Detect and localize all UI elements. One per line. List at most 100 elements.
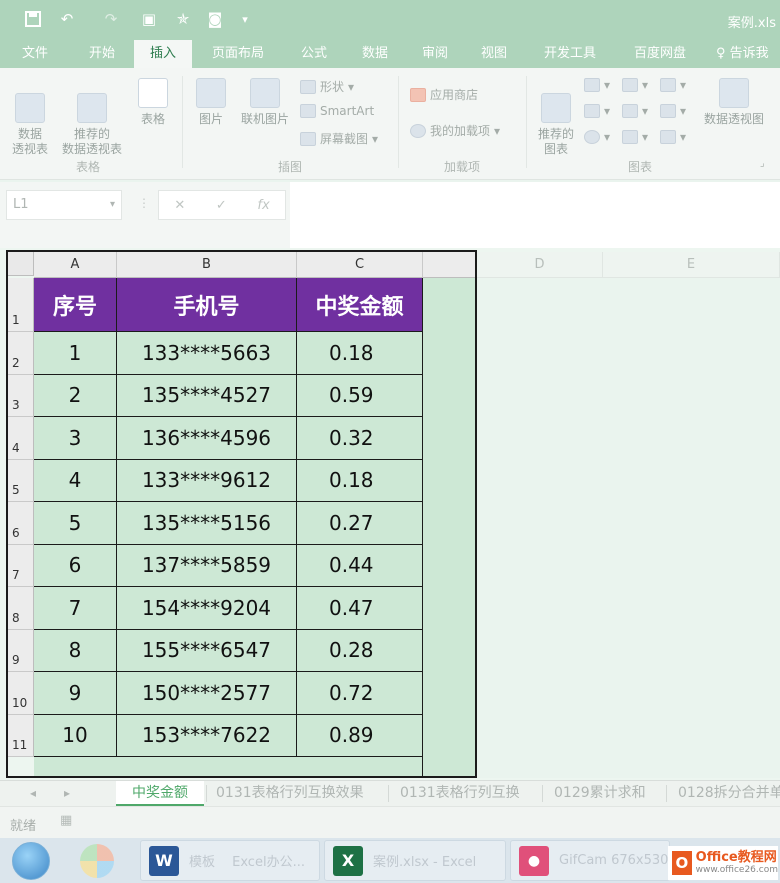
recommended-pivot-button[interactable]: 推荐的 数据透视表 <box>54 78 130 157</box>
table-cell[interactable]: 4 <box>34 459 117 502</box>
customize-quick-access-icon[interactable]: ▾ <box>236 8 254 30</box>
table-cell[interactable]: 10 <box>34 714 117 757</box>
column-chart-button[interactable]: ▾ <box>584 78 610 92</box>
save-icon[interactable] <box>22 8 44 30</box>
tab-page-layout[interactable]: 页面布局 <box>198 40 278 68</box>
table-cell[interactable]: 0.18 <box>297 459 423 502</box>
table-cell[interactable]: 5 <box>34 502 117 545</box>
combo-chart-button[interactable]: ▾ <box>660 104 686 118</box>
table-header-cell[interactable]: 中奖金额 <box>297 278 423 332</box>
table-cell[interactable]: 8 <box>34 629 117 672</box>
taskbar-item-excel[interactable]: X 案例.xlsx - Excel <box>324 840 506 881</box>
recommended-charts-button[interactable]: 推荐的 图表 <box>532 78 580 157</box>
undo-icon[interactable]: ↶ <box>56 8 78 30</box>
table-cell[interactable]: 1 <box>34 332 117 375</box>
row-header[interactable]: 10 <box>8 672 34 715</box>
empty-column-area[interactable] <box>422 278 476 778</box>
pictures-button[interactable]: 图片 <box>190 78 232 127</box>
table-cell[interactable]: 0.89 <box>297 714 423 757</box>
row-header[interactable]: 9 <box>8 629 34 672</box>
worksheet-grid[interactable]: A B C D E 1 2 3 4 5 6 7 8 9 10 11 序号 手机号 中奖金额 1 133***… <box>0 248 780 780</box>
online-pictures-button[interactable]: 联机图片 <box>236 78 294 127</box>
table-cell[interactable]: 133****5663 <box>117 332 297 375</box>
table-cell[interactable]: 133****9612 <box>117 459 297 502</box>
start-button-icon[interactable] <box>12 842 50 880</box>
table-cell[interactable]: 0.27 <box>297 502 423 545</box>
tab-formulas[interactable]: 公式 <box>288 40 340 68</box>
taskbar-item-gifcam[interactable]: ● GifCam 676x530 <box>510 840 670 881</box>
tell-me-box[interactable]: ♀ 告诉我 <box>716 40 780 68</box>
tab-baidu-netdisk[interactable]: 百度网盘 <box>620 40 700 68</box>
table-header-cell[interactable]: 手机号 <box>117 278 297 332</box>
row-header[interactable]: 1 <box>8 278 34 332</box>
screenshot-button[interactable]: 屏幕截图 ▾ <box>300 130 378 147</box>
row-header[interactable]: 7 <box>8 544 34 587</box>
table-cell[interactable]: 6 <box>34 544 117 587</box>
tab-view[interactable]: 视图 <box>468 40 520 68</box>
tab-developer[interactable]: 开发工具 <box>530 40 610 68</box>
row-header[interactable]: 5 <box>8 459 34 502</box>
table-cell[interactable]: 154****9204 <box>117 587 297 630</box>
star-folder-icon[interactable]: ✯ <box>172 8 194 30</box>
sheet-tab[interactable]: 0131表格行列互换效果 <box>216 781 364 806</box>
table-cell[interactable]: 0.32 <box>297 417 423 460</box>
column-header-c[interactable]: C <box>297 252 423 278</box>
name-box[interactable]: L1 ▾ <box>6 190 122 220</box>
pie-chart-button[interactable]: ▾ <box>584 130 610 144</box>
table-button[interactable]: 表格 <box>132 78 174 127</box>
shapes-button[interactable]: 形状 ▾ <box>300 78 354 95</box>
sheet-tab[interactable]: 0131表格行列互换 <box>400 781 520 806</box>
table-cell[interactable]: 3 <box>34 417 117 460</box>
radar-chart-button[interactable]: ▾ <box>660 130 686 144</box>
table-cell[interactable]: 2 <box>34 374 117 417</box>
table-cell[interactable]: 9 <box>34 672 117 715</box>
dialog-launcher-icon[interactable]: ⌟ <box>760 158 765 169</box>
row-header[interactable]: 6 <box>8 502 34 545</box>
tab-review[interactable]: 审阅 <box>410 40 460 68</box>
sheet-tab[interactable]: 0129累计求和 <box>554 781 646 806</box>
table-cell[interactable]: 136****4596 <box>117 417 297 460</box>
camera-icon[interactable]: ◙ <box>204 8 226 30</box>
pivot-table-button[interactable]: 数据 透视表 <box>6 78 54 157</box>
insert-function-icon[interactable]: fx <box>257 198 269 213</box>
tab-insert[interactable]: 插入 <box>134 40 192 68</box>
taskbar-item-word[interactable]: W 模板 Excel办公... <box>140 840 320 881</box>
sheet-tab-active[interactable]: 中奖金额 <box>116 781 204 806</box>
formula-input[interactable] <box>290 182 780 248</box>
row-header[interactable]: 8 <box>8 587 34 630</box>
empty-cells-area[interactable] <box>477 278 780 778</box>
table-cell[interactable]: 0.72 <box>297 672 423 715</box>
column-header-b[interactable]: B <box>117 252 297 278</box>
table-cell[interactable]: 7 <box>34 587 117 630</box>
select-all-corner[interactable] <box>8 252 34 276</box>
pivot-chart-button[interactable]: 数据透视图 <box>698 78 770 127</box>
tab-home[interactable]: 开始 <box>74 40 130 68</box>
statistic-chart-button[interactable]: ▾ <box>622 104 648 118</box>
column-header-e[interactable]: E <box>603 252 780 278</box>
redo-icon[interactable]: ↷ <box>100 8 122 30</box>
column-header-a[interactable]: A <box>34 252 117 278</box>
sheet-tab[interactable]: 0128拆分合并单 <box>678 781 780 806</box>
waterfall-chart-button[interactable]: ▾ <box>660 78 686 92</box>
my-addins-button[interactable]: 我的加载项 ▾ <box>410 122 500 139</box>
next-sheet-icon[interactable]: ▸ <box>64 781 70 806</box>
row-header[interactable]: 4 <box>8 417 34 460</box>
empty-row[interactable] <box>34 757 423 777</box>
row-header[interactable]: 3 <box>8 374 34 417</box>
table-cell[interactable]: 137****5859 <box>117 544 297 587</box>
table-cell[interactable]: 0.44 <box>297 544 423 587</box>
row-header[interactable]: 11 <box>8 714 34 757</box>
table-cell[interactable]: 153****7622 <box>117 714 297 757</box>
cancel-icon[interactable]: ✕ <box>174 198 185 213</box>
table-cell[interactable]: 135****4527 <box>117 374 297 417</box>
table-header-cell[interactable]: 序号 <box>34 278 117 332</box>
table-cell[interactable]: 150****2577 <box>117 672 297 715</box>
hierarchy-chart-button[interactable]: ▾ <box>622 78 648 92</box>
app-store-button[interactable]: 应用商店 <box>410 86 478 103</box>
qr-icon[interactable]: ▣ <box>138 8 160 30</box>
tab-data[interactable]: 数据 <box>350 40 400 68</box>
enter-icon[interactable]: ✓ <box>216 198 227 213</box>
scatter-chart-button[interactable]: ▾ <box>622 130 648 144</box>
table-cell[interactable]: 0.28 <box>297 629 423 672</box>
resize-grip-icon[interactable]: ⋮ <box>138 196 150 210</box>
